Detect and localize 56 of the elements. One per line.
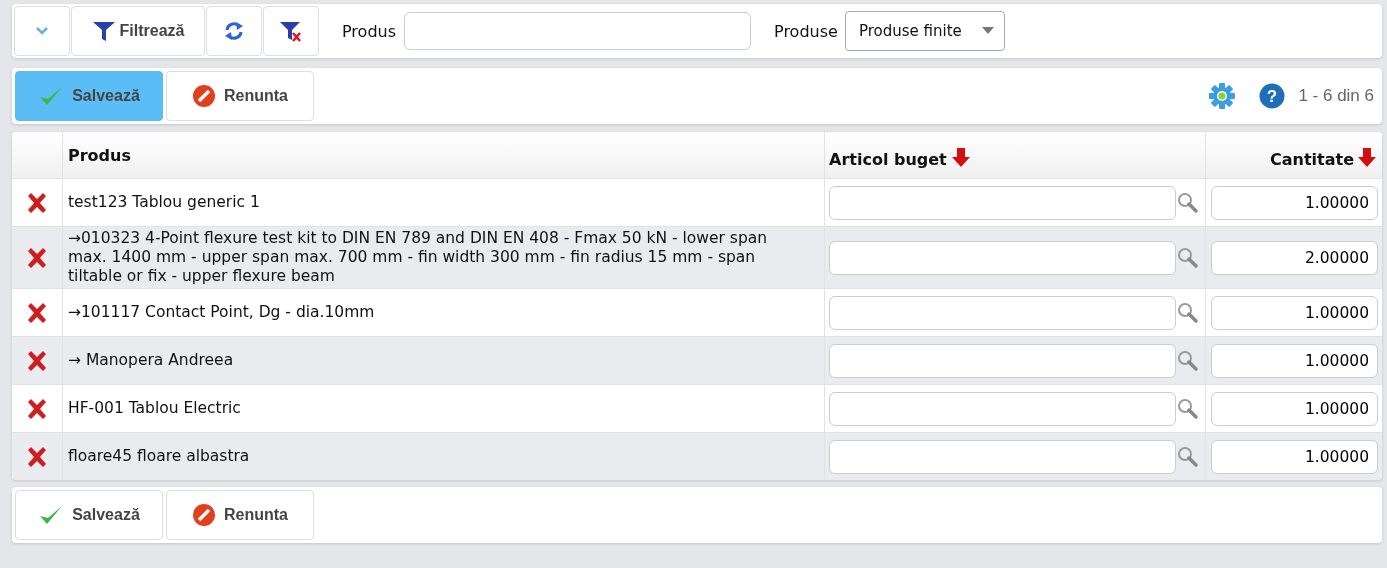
quantity-field[interactable]: 1.00000 bbox=[1211, 295, 1378, 330]
search-icon[interactable] bbox=[1177, 397, 1199, 420]
table-cell: →101117 Contact Point, Dg - dia.10mm bbox=[68, 303, 375, 322]
sort-arrow-icon[interactable] bbox=[1358, 148, 1376, 168]
product-field[interactable] bbox=[404, 12, 751, 50]
delete-icon[interactable] bbox=[26, 398, 48, 419]
save-button[interactable]: Salvează bbox=[15, 490, 163, 540]
budget-item-field[interactable] bbox=[829, 343, 1176, 378]
table-cell-text: →010323 4-Point flexure test kit to DIN EN 789 and DIN EN 408 - Fmax 50 kN - lower span max. 1400 mm - upper span max. 700 mm - fin width 300 mm - fin radius 15 mm - span tiltable or fix - upper flexure beam bbox=[68, 229, 769, 286]
clear-filter-button[interactable] bbox=[263, 6, 319, 56]
quantity-field[interactable]: 1.00000 bbox=[1211, 343, 1378, 378]
pagination-text: 1 - 6 din 6 bbox=[1298, 86, 1374, 106]
delete-icon[interactable] bbox=[26, 247, 48, 268]
save-button[interactable]: Salvează bbox=[15, 71, 163, 121]
budget-item-field[interactable] bbox=[829, 439, 1176, 474]
products-label: Produse bbox=[774, 21, 838, 41]
sort-arrow-icon[interactable] bbox=[951, 148, 970, 168]
table-cell: floare45 floare albastra bbox=[68, 447, 250, 466]
quantity-field[interactable]: 2.00000 bbox=[1211, 240, 1378, 275]
column-header[interactable]: Articol buget bbox=[829, 149, 947, 169]
search-icon[interactable] bbox=[1177, 246, 1199, 269]
budget-item-field[interactable] bbox=[829, 391, 1176, 426]
budget-item-field[interactable] bbox=[829, 240, 1176, 275]
no-entry-icon bbox=[192, 503, 216, 527]
delete-icon[interactable] bbox=[26, 192, 48, 213]
filter-button[interactable]: Filtrează bbox=[71, 6, 205, 56]
search-icon[interactable] bbox=[1177, 445, 1199, 468]
no-entry-icon bbox=[192, 84, 216, 108]
refresh-icon bbox=[223, 20, 245, 42]
chevron-down-icon bbox=[35, 26, 49, 36]
budget-item-field[interactable] bbox=[829, 295, 1176, 330]
table-cell: → Manopera Andreea bbox=[68, 351, 234, 370]
refresh-button[interactable] bbox=[206, 6, 262, 56]
quantity-field[interactable]: 1.00000 bbox=[1211, 391, 1378, 426]
table-cell: HF-001 Tablou Electric bbox=[68, 399, 241, 418]
delete-icon[interactable] bbox=[26, 302, 48, 323]
funnel-clear-icon bbox=[279, 20, 303, 42]
quantity-field[interactable]: 1.00000 bbox=[1211, 185, 1378, 220]
delete-icon[interactable] bbox=[26, 446, 48, 467]
products-select[interactable]: Produse finite bbox=[844, 11, 1005, 51]
settings-icon[interactable] bbox=[1208, 82, 1237, 110]
quantity-field[interactable]: 1.00000 bbox=[1211, 439, 1378, 474]
table-cell: test123 Tablou generic 1 bbox=[68, 193, 260, 212]
column-header: Produs bbox=[68, 145, 131, 165]
delete-icon[interactable] bbox=[26, 350, 48, 371]
funnel-icon bbox=[91, 20, 116, 42]
cancel-button[interactable]: Renunta bbox=[166, 71, 314, 121]
search-icon[interactable] bbox=[1177, 349, 1199, 372]
help-icon[interactable]: ? bbox=[1259, 83, 1286, 109]
search-icon[interactable] bbox=[1177, 191, 1199, 214]
budget-item-field[interactable] bbox=[829, 185, 1176, 220]
caret-icon bbox=[981, 27, 994, 35]
cancel-button[interactable]: Renunta bbox=[166, 490, 314, 540]
column-header[interactable]: Cantitate bbox=[1270, 149, 1354, 169]
product-label: Produs bbox=[342, 21, 396, 41]
search-icon[interactable] bbox=[1177, 301, 1199, 324]
